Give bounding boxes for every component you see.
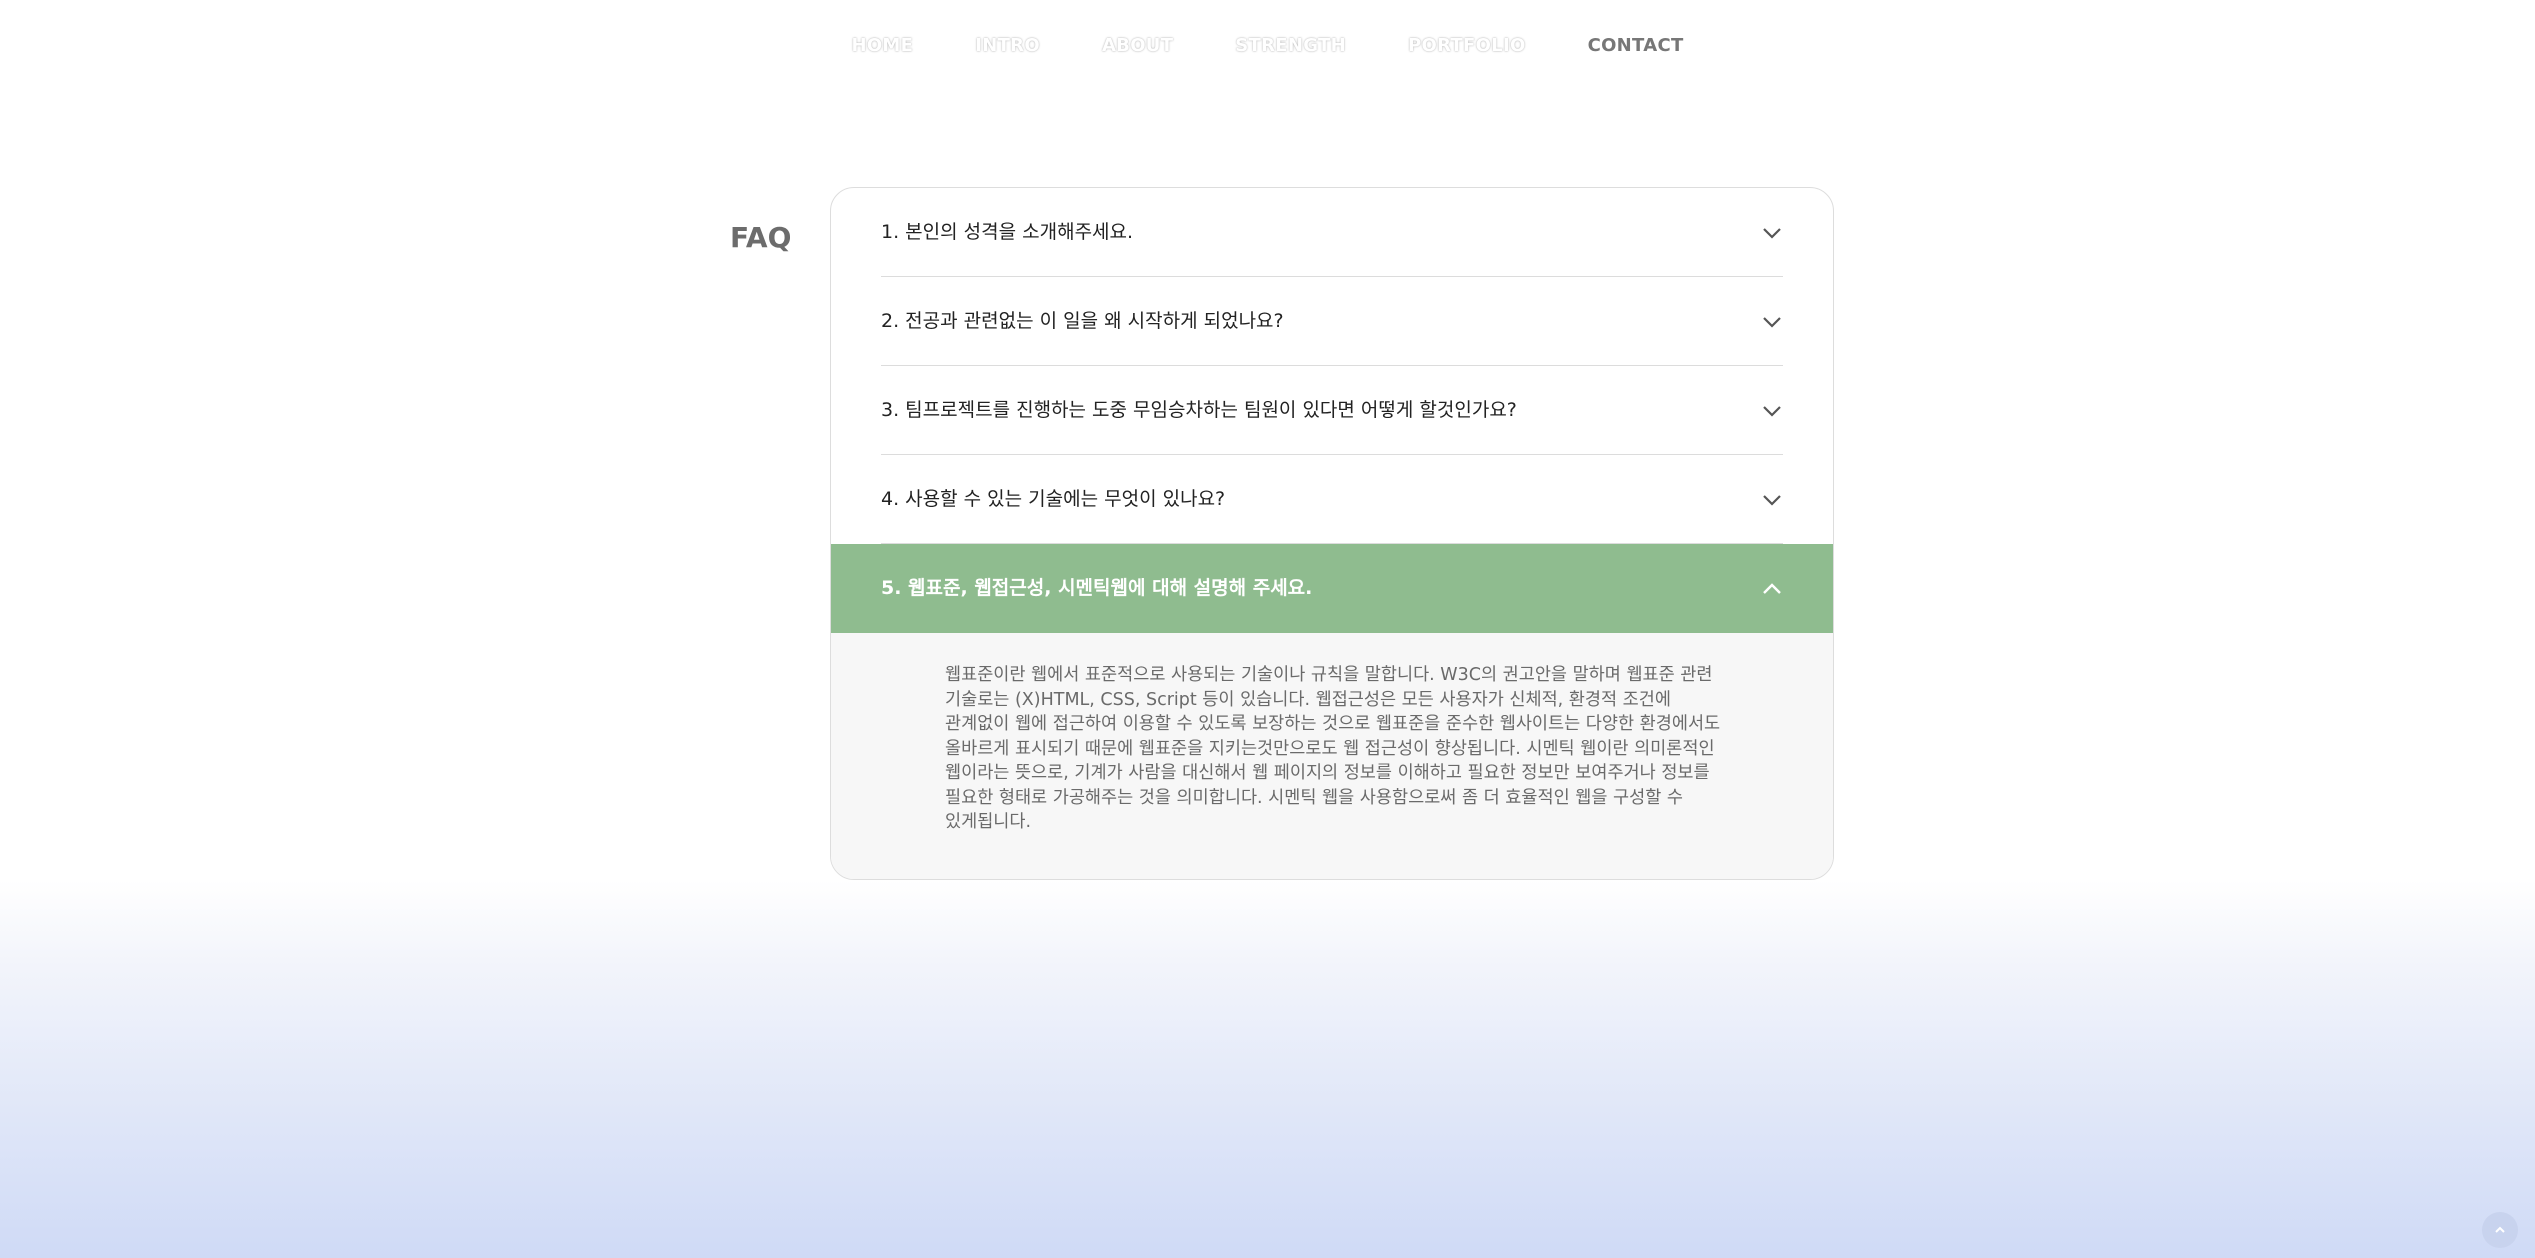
faq-question-2[interactable]: 2. 전공과 관련없는 이 일을 왜 시작하게 되었나요? xyxy=(831,277,1833,366)
faq-question-text: 2. 전공과 관련없는 이 일을 왜 시작하게 되었나요? xyxy=(881,310,1284,332)
chevron-down-icon xyxy=(1763,228,1781,239)
faq-answer-panel: 웹표준이란 웹에서 표준적으로 사용되는 기술이나 규칙을 말합니다. W3C의… xyxy=(831,633,1833,879)
faq-question-text: 4. 사용할 수 있는 기술에는 무엇이 있나요? xyxy=(881,488,1226,510)
faq-question-text: 3. 팀프로젝트를 진행하는 도중 무임승차하는 팀원이 있다면 어떻게 할것인… xyxy=(881,399,1517,421)
faq-question-text: 1. 본인의 성격을 소개해주세요. xyxy=(881,221,1134,243)
nav-portfolio[interactable]: PORTFOLIO xyxy=(1408,35,1526,56)
faq-answer-text: 웹표준이란 웹에서 표준적으로 사용되는 기술이나 규칙을 말합니다. W3C의… xyxy=(945,665,1721,832)
chevron-down-icon xyxy=(1763,495,1781,506)
nav-contact[interactable]: CONTACT xyxy=(1588,35,1684,56)
faq-question-3[interactable]: 3. 팀프로젝트를 진행하는 도중 무임승차하는 팀원이 있다면 어떻게 할것인… xyxy=(831,366,1833,455)
faq-question-4[interactable]: 4. 사용할 수 있는 기술에는 무엇이 있나요? xyxy=(831,455,1833,544)
faq-question-5[interactable]: 5. 웹표준, 웹접근성, 시멘틱웹에 대해 설명해 주세요. xyxy=(831,544,1833,633)
arrow-up-icon xyxy=(2495,1226,2505,1233)
nav-home[interactable]: HOME xyxy=(851,35,913,56)
nav-strength[interactable]: STRENGTH xyxy=(1235,35,1346,56)
chevron-down-icon xyxy=(1763,406,1781,417)
faq-question-1[interactable]: 1. 본인의 성격을 소개해주세요. xyxy=(831,188,1833,277)
faq-heading: FAQ xyxy=(730,221,792,255)
faq-question-text: 5. 웹표준, 웹접근성, 시멘틱웹에 대해 설명해 주세요. xyxy=(881,577,1313,599)
nav-about[interactable]: ABOUT xyxy=(1102,35,1173,56)
chevron-up-icon xyxy=(1763,583,1781,594)
chevron-down-icon xyxy=(1763,317,1781,328)
faq-accordion: 1. 본인의 성격을 소개해주세요. 2. 전공과 관련없는 이 일을 왜 시작… xyxy=(830,187,1834,880)
nav-intro[interactable]: INTRO xyxy=(975,35,1040,56)
main-nav: HOME INTRO ABOUT STRENGTH PORTFOLIO CONT… xyxy=(0,0,2535,90)
scroll-top-button[interactable] xyxy=(2482,1212,2518,1248)
